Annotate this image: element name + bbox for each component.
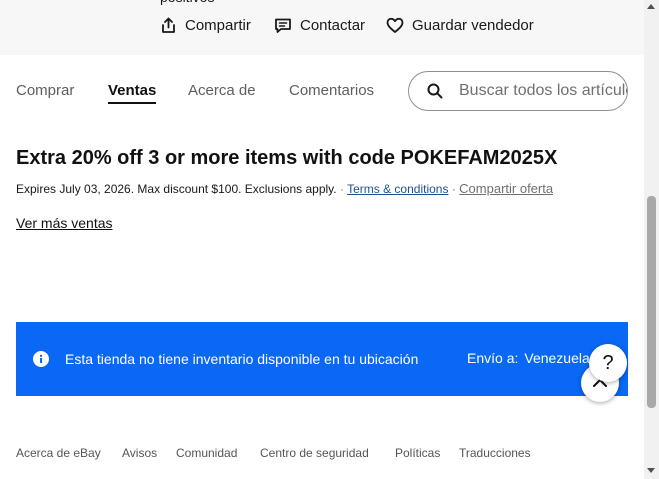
share-button[interactable]: Compartir [160,14,251,36]
ship-to-country: Venezuela [524,350,590,366]
footer-link-community[interactable]: Comunidad [176,446,237,460]
message-icon [275,18,291,33]
help-icon: ? [602,351,614,374]
search-input[interactable] [459,72,627,110]
separator-dot: · [451,182,456,196]
save-seller-button[interactable]: Guardar vendedor [386,14,534,36]
footer-link-about-ebay[interactable]: Acerca de eBay [16,446,101,460]
tab-feedback[interactable]: Comentarios [289,82,374,99]
scroll-up-arrow[interactable] [647,4,655,9]
seller-stat-text: positivos [160,0,214,5]
share-icon [162,17,175,33]
page-scrollbar[interactable] [644,0,659,479]
tab-sales[interactable]: Ventas [108,82,157,104]
store-search [408,71,628,111]
contact-button[interactable]: Contactar [274,14,365,36]
tab-about[interactable]: Acerca de [188,82,256,99]
promo-title: Extra 20% off 3 or more items with code … [16,147,558,169]
save-seller-label: Guardar vendedor [412,16,534,34]
scrollbar-thumb[interactable] [647,196,656,408]
info-icon [33,351,49,367]
footer-link-notices[interactable]: Avisos [122,446,157,460]
terms-link[interactable]: Terms & conditions [347,182,448,196]
notice-message: Esta tienda no tiene inventario disponib… [65,351,419,367]
seller-header: positivos Compartir Contactar Guardar ve… [0,0,644,55]
help-button[interactable]: ? [589,344,627,382]
share-label: Compartir [185,16,251,34]
promo-expiry-text: Expires July 03, 2026. Max discount $100… [16,182,337,196]
footer-link-translations[interactable]: Traducciones [459,446,531,460]
tab-sales-label: Ventas [108,82,157,99]
search-icon[interactable] [427,83,443,99]
tab-buy[interactable]: Comprar [16,82,74,99]
active-tab-indicator [108,102,157,104]
inventory-notice-banner: Esta tienda no tiene inventario disponib… [16,322,628,396]
scroll-down-arrow[interactable] [647,468,655,473]
footer-link-safety-center[interactable]: Centro de seguridad [260,446,369,460]
promo-details: Expires July 03, 2026. Max discount $100… [16,181,553,196]
heart-icon [386,17,404,33]
share-offer-link[interactable]: Compartir oferta [459,181,553,196]
footer-link-policies[interactable]: Políticas [395,446,440,460]
ship-to[interactable]: Envío a: Venezuela [467,350,590,366]
separator-dot: · [339,182,344,196]
ship-to-label: Envío a: [467,350,519,366]
contact-label: Contactar [300,16,366,34]
see-more-sales-link[interactable]: Ver más ventas [16,215,113,231]
